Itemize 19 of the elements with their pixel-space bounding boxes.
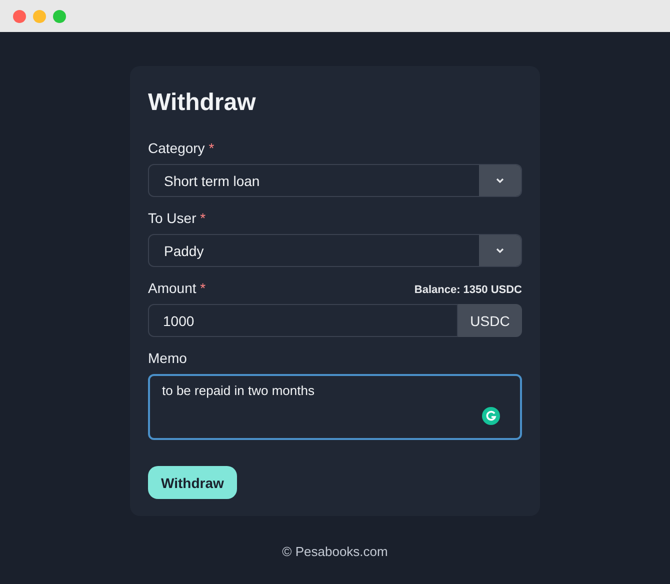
amount-field[interactable]: 1000: [148, 304, 458, 337]
select-field[interactable]: Short term loan: [148, 164, 522, 197]
chevron-down-icon: [495, 177, 505, 184]
chevron-down-icon: [495, 247, 505, 254]
withdraw-button[interactable]: Withdraw: [148, 466, 237, 499]
currency-addon: USDC: [458, 304, 522, 337]
select-field[interactable]: Paddy: [148, 234, 522, 267]
maximize-icon[interactable]: [53, 10, 66, 22]
memo-field[interactable]: to be repaid in two months: [148, 374, 522, 440]
footer-text: © Pesabooks.com: [282, 544, 388, 559]
grammar-assistant-icon[interactable]: [482, 407, 500, 425]
minimize-icon[interactable]: [33, 10, 46, 22]
field-label: Category *: [148, 140, 214, 156]
balance-text: Balance: 1350 USDC: [414, 284, 522, 296]
close-icon[interactable]: [13, 10, 26, 22]
form-title: Withdraw: [148, 88, 257, 118]
field-label: Memo: [148, 350, 187, 366]
field-label: Amount *: [148, 280, 206, 296]
field-label: To User *: [148, 210, 206, 226]
